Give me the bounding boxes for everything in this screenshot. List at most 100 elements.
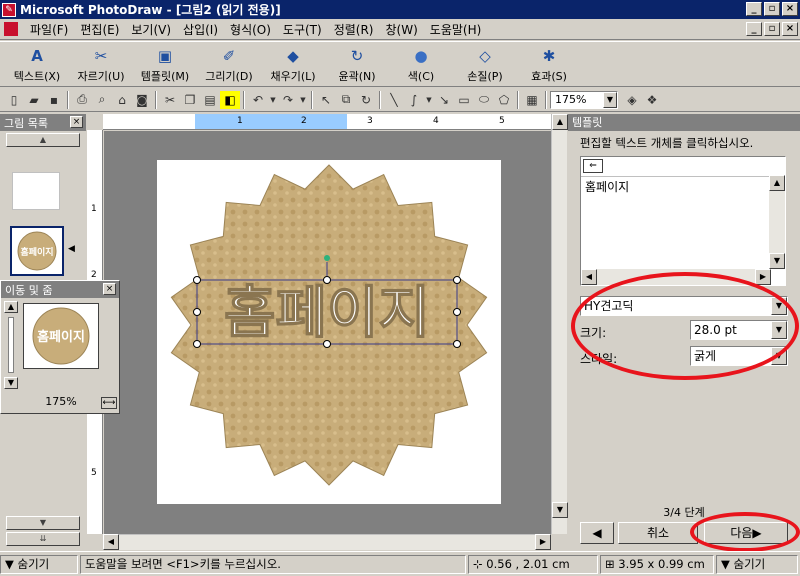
cut-icon[interactable]: ✂ (160, 91, 180, 109)
back-button[interactable]: ◀ (580, 522, 614, 544)
zoom-dropdown-icon[interactable]: ▼ (603, 91, 617, 108)
redo-icon[interactable]: ↷ (278, 91, 298, 109)
fill-tool-button[interactable]: ◆ 채우기(L) (262, 42, 324, 84)
shape-icon[interactable]: ⬠ (494, 91, 514, 109)
new-icon[interactable]: ▯ (4, 91, 24, 109)
canvas-vertical-scrollbar[interactable]: ▲ ▼ (551, 114, 568, 534)
list-scroll-up-icon[interactable]: ▲ (769, 175, 785, 191)
list-scroll-down-icon[interactable]: ▼ (769, 253, 785, 269)
zoom-fit-icon[interactable]: ◈ (622, 91, 642, 109)
restore-button[interactable]: ▫ (764, 2, 780, 16)
scroll-up-icon[interactable]: ▲ (552, 114, 568, 130)
resize-handle[interactable] (453, 276, 461, 284)
menu-tools[interactable]: 도구(T) (277, 21, 328, 38)
resize-handle[interactable] (193, 308, 201, 316)
text-object-list[interactable]: ⇐ 홈페이지 ▲ ▼ ◀ ▶ (580, 156, 786, 286)
resize-handle[interactable] (323, 276, 331, 284)
scroll-right-icon[interactable]: ▶ (535, 534, 551, 550)
text-tool-button[interactable]: A 텍스트(X) (6, 42, 68, 84)
scroll-left-icon[interactable]: ◀ (103, 534, 119, 550)
scroll-down-icon[interactable]: ▼ (552, 502, 568, 518)
navigator-close-button[interactable]: × (103, 283, 116, 295)
size-select[interactable]: 28.0 pt ▼ (690, 320, 788, 340)
canvas-horizontal-scrollbar[interactable]: ◀ ▶ (103, 534, 551, 550)
menu-file[interactable]: 파일(F) (24, 21, 74, 38)
badge-graphic[interactable]: 홈페이지 (157, 160, 501, 504)
undo-dropdown-icon[interactable]: ▼ (268, 91, 278, 109)
zoom-slider[interactable]: ▲ ▼ (4, 301, 18, 395)
fit-width-icon[interactable]: ⟷ (101, 397, 117, 409)
picture-thumbnail-1[interactable] (12, 172, 60, 210)
menu-view[interactable]: 보기(V) (125, 21, 177, 38)
save-icon[interactable]: ▪ (44, 91, 64, 109)
hide-left-toggle[interactable]: ▼ 숨기기 (0, 554, 78, 574)
cancel-button[interactable]: 취소 (618, 522, 698, 544)
picture-list-scroll-end[interactable]: ⇊ (6, 532, 80, 546)
minimize-button[interactable]: _ (746, 2, 762, 16)
zoom-in-icon[interactable]: ▲ (4, 301, 18, 313)
crop-tool-button[interactable]: ✂ 자르기(U) (70, 42, 132, 84)
picture-list-scroll-down[interactable]: ▼ (6, 516, 80, 530)
menu-arrange[interactable]: 정렬(R) (328, 21, 380, 38)
badge-text[interactable]: 홈페이지 (223, 280, 431, 347)
list-scroll-right-icon[interactable]: ▶ (755, 269, 771, 285)
menu-insert[interactable]: 삽입(I) (177, 21, 224, 38)
list-vertical-scrollbar[interactable]: ▲ ▼ (769, 175, 785, 269)
menu-window[interactable]: 창(W) (380, 21, 424, 38)
menu-help[interactable]: 도움말(H) (424, 21, 488, 38)
next-button[interactable]: 다음▶ (704, 522, 788, 544)
rotate-icon[interactable]: ↻ (356, 91, 376, 109)
doc-minimize-button[interactable]: _ (746, 22, 762, 36)
picture-list-scroll-up[interactable]: ▲ (6, 133, 80, 147)
menu-edit[interactable]: 편집(E) (74, 21, 125, 38)
picture-thumbnail-2[interactable]: 홈페이지 (10, 226, 64, 276)
zoom-out-icon[interactable]: ▼ (4, 377, 18, 389)
help-book-icon[interactable]: ❖ (642, 91, 662, 109)
font-dropdown-icon[interactable]: ▼ (771, 297, 787, 315)
picture-list-close-button[interactable]: × (70, 116, 83, 128)
touchup-tool-button[interactable]: ◇ 손질(P) (454, 42, 516, 84)
zoom-slider-track[interactable] (8, 317, 14, 373)
curve-dropdown-icon[interactable]: ▼ (424, 91, 434, 109)
redo-dropdown-icon[interactable]: ▼ (298, 91, 308, 109)
curve-icon[interactable]: ∫ (404, 91, 424, 109)
list-scroll-left-icon[interactable]: ◀ (581, 269, 597, 285)
copy-icon[interactable]: ❐ (180, 91, 200, 109)
navigator-preview[interactable]: 홈페이지 (23, 303, 99, 369)
open-icon[interactable]: ▰ (24, 91, 44, 109)
format-painter-icon[interactable]: ◧ (220, 90, 240, 109)
ellipse-icon[interactable]: ⬭ (474, 91, 494, 109)
resize-handle[interactable] (193, 276, 201, 284)
draw-tool-button[interactable]: ✐ 그리기(D) (198, 42, 260, 84)
print-icon[interactable]: ⎙ (72, 91, 92, 109)
outline-tool-button[interactable]: ↻ 윤곽(N) (326, 42, 388, 84)
pointer-icon[interactable]: ↖ (316, 91, 336, 109)
print-preview-icon[interactable]: ⌕ (92, 91, 112, 109)
effects-tool-button[interactable]: ✱ 효과(S) (518, 42, 580, 84)
template-tool-button[interactable]: ▣ 템플릿(M) (134, 42, 196, 84)
text-object-icon[interactable]: ⇐ (583, 159, 603, 173)
line-icon[interactable]: ╲ (384, 91, 404, 109)
hide-right-toggle[interactable]: ▼ 숨기기 (716, 554, 798, 574)
list-horizontal-scrollbar[interactable]: ◀ ▶ (581, 269, 771, 285)
doc-close-button[interactable]: × (782, 22, 798, 36)
resize-handle[interactable] (193, 340, 201, 348)
picture-page[interactable]: 홈페이지 (157, 160, 501, 504)
text-box-icon[interactable]: ▦ (522, 91, 542, 109)
font-select[interactable]: HY견고딕 ▼ (580, 296, 788, 316)
camera-icon[interactable]: ◙ (132, 91, 152, 109)
undo-icon[interactable]: ↶ (248, 91, 268, 109)
arrow-line-icon[interactable]: ↘ (434, 91, 454, 109)
resize-handle[interactable] (453, 340, 461, 348)
color-tool-button[interactable]: ● 색(C) (390, 42, 452, 84)
resize-handle[interactable] (323, 340, 331, 348)
style-select[interactable]: 굵게 ▼ (690, 346, 788, 366)
resize-handle[interactable] (453, 308, 461, 316)
doc-restore-button[interactable]: ▫ (764, 22, 780, 36)
zoom-select[interactable]: 175% ▼ (550, 90, 618, 109)
list-item[interactable]: 홈페이지 (581, 177, 785, 196)
scan-icon[interactable]: ⌂ (112, 91, 132, 109)
document-icon[interactable] (4, 22, 18, 36)
size-dropdown-icon[interactable]: ▼ (771, 321, 787, 339)
menu-format[interactable]: 형식(O) (224, 21, 277, 38)
